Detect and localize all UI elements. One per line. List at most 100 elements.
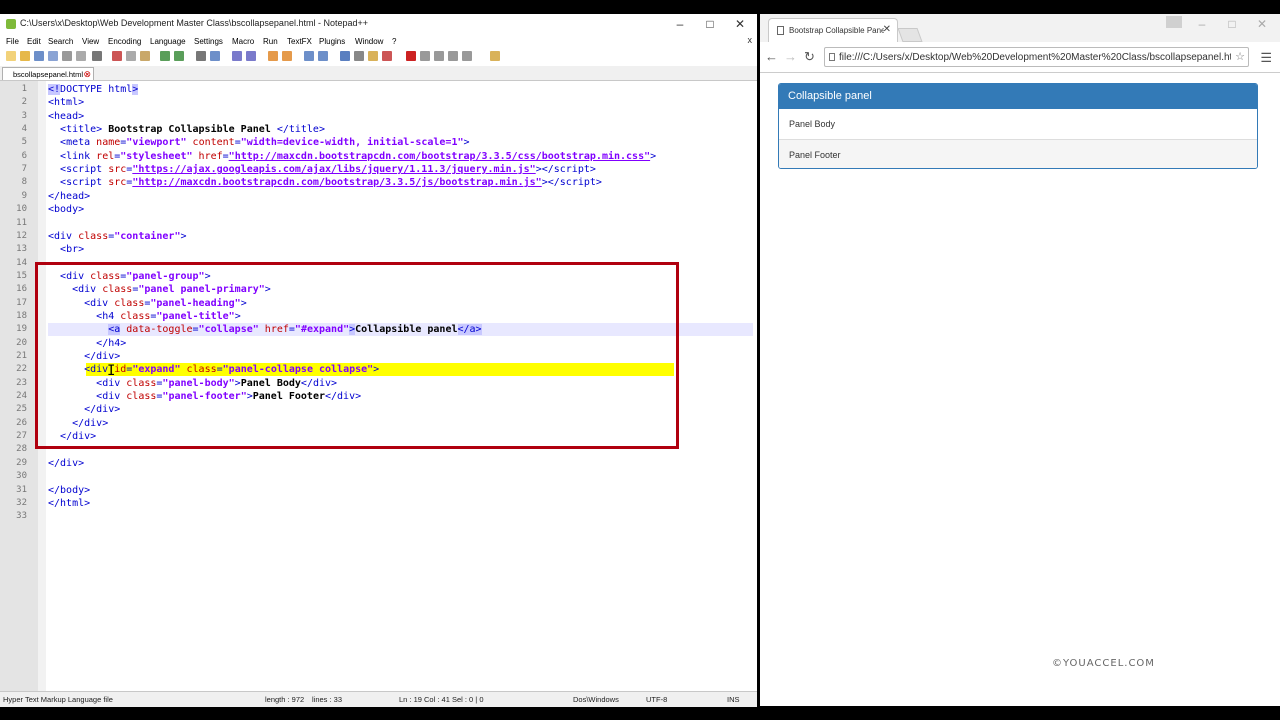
browser-menu-icon[interactable]: ☰ [1260,50,1272,66]
minimize-button[interactable]: – [666,16,694,32]
line-number: 18 [16,310,27,321]
sync-h-icon[interactable] [282,51,292,61]
maximize-button[interactable]: □ [696,16,724,32]
code-line[interactable]: 3 <head> [0,110,757,123]
code-line[interactable]: 8 <script src="http://maxcdn.bootstrapcd… [0,176,757,189]
line-number: 10 [16,204,27,215]
reload-icon[interactable]: ↻ [804,49,815,65]
close-file-icon[interactable] [62,51,72,61]
function-list-icon[interactable] [382,51,392,61]
plugin-icon[interactable] [490,51,500,61]
code-line[interactable]: 11 [0,217,757,230]
play-multiple-icon[interactable] [448,51,458,61]
browser-tab[interactable]: Bootstrap Collapsible Panel ✕ [768,18,898,42]
code-line[interactable]: 9 </head> [0,190,757,203]
menu-macro[interactable]: Macro [232,37,254,46]
window-title: C:\Users\x\Desktop\Web Development Maste… [20,18,368,28]
status-bar: Hyper Text Markup Language file length :… [0,691,757,707]
browser-tab-close-icon[interactable]: ✕ [883,24,891,35]
save-icon[interactable] [34,51,44,61]
code-line[interactable]: 10 <body> [0,203,757,216]
close-button[interactable]: ✕ [726,16,754,32]
replace-icon[interactable] [210,51,220,61]
menu-textfx[interactable]: TextFX [287,37,312,46]
play-macro-icon[interactable] [434,51,444,61]
menu-encoding[interactable]: Encoding [108,37,141,46]
code-line[interactable]: 2 <html> [0,96,757,109]
browser-minimize-button[interactable]: – [1188,16,1216,32]
code-text: <script src="http://maxcdn.bootstrapcdn.… [60,177,602,189]
document-close-icon[interactable]: x [748,35,753,45]
code-text: <div class="container"> [48,230,187,242]
code-text: <head> [48,110,85,122]
menu-settings[interactable]: Settings [194,37,223,46]
redo-icon[interactable] [174,51,184,61]
udl-icon[interactable] [354,51,364,61]
tab-label: bscollapsepanel.html [13,70,84,79]
profile-icon[interactable] [1166,16,1182,28]
find-icon[interactable] [196,51,206,61]
forward-icon[interactable]: → [784,49,797,64]
show-all-chars-icon[interactable] [318,51,328,61]
stop-macro-icon[interactable] [420,51,430,61]
browser-close-button[interactable]: ✕ [1248,16,1276,32]
menu-help[interactable]: ? [392,37,396,46]
code-line[interactable]: 12 <div class="container"> [0,230,757,243]
zoom-in-icon[interactable] [232,51,242,61]
panel-body-text: Panel Body [789,119,836,129]
line-number: 21 [16,351,27,361]
code-line[interactable]: 7 <script src="https://ajax.googleapis.c… [0,163,757,176]
collapse-toggle-link[interactable]: Collapsible panel [788,90,872,102]
code-line[interactable]: 31 </body> [0,484,757,497]
close-all-icon[interactable] [76,51,86,61]
bookmark-star-icon[interactable]: ☆ [1235,50,1245,63]
new-file-icon[interactable] [6,51,16,61]
open-file-icon[interactable] [20,51,30,61]
menu-language[interactable]: Language [150,37,186,46]
tab-close-icon[interactable]: ⊗ [83,68,91,81]
back-icon[interactable]: ← [765,49,778,64]
menu-view[interactable]: View [82,37,99,46]
indent-guide-icon[interactable] [340,51,350,61]
menu-edit[interactable]: Edit [27,37,41,46]
save-macro-icon[interactable] [462,51,472,61]
code-line[interactable]: 4 <title> Bootstrap Collapsible Panel </… [0,123,757,136]
code-line[interactable]: 29 </div> [0,457,757,470]
code-line[interactable]: 32 </html> [0,497,757,510]
tab-bscollapsepanel[interactable]: bscollapsepanel.html ⊗ [2,67,94,80]
line-number: 14 [16,257,27,268]
browser-maximize-button[interactable]: □ [1218,16,1246,32]
print-icon[interactable] [92,51,102,61]
status-encoding: UTF-8 [646,695,668,704]
line-number: 12 [16,230,27,241]
undo-icon[interactable] [160,51,170,61]
paste-icon[interactable] [140,51,150,61]
code-line[interactable]: 33 [0,510,757,523]
code-line[interactable]: 1 <!DOCTYPE html> [0,83,757,96]
doc-map-icon[interactable] [368,51,378,61]
browser-toolbar: ← → ↻ file:///C:/Users/x/Desktop/Web%20D… [760,42,1280,73]
zoom-out-icon[interactable] [246,51,256,61]
sync-v-icon[interactable] [268,51,278,61]
save-all-icon[interactable] [48,51,58,61]
line-number: 31 [16,484,27,495]
code-line[interactable]: 30 [0,470,757,483]
word-wrap-icon[interactable] [304,51,314,61]
menu-run[interactable]: Run [263,37,278,46]
cut-icon[interactable] [112,51,122,61]
line-number: 30 [16,471,27,482]
menu-search[interactable]: Search [48,37,73,46]
page-favicon-icon [777,26,784,35]
new-tab-button[interactable] [897,28,923,42]
panel-footer-text: Panel Footer [789,150,841,160]
menu-window[interactable]: Window [355,37,383,46]
menu-file[interactable]: File [6,37,19,46]
menu-plugins[interactable]: Plugins [319,37,345,46]
line-number: 11 [16,217,27,228]
code-line[interactable]: 6 <link rel="stylesheet" href="http://ma… [0,150,757,163]
copy-icon[interactable] [126,51,136,61]
record-macro-icon[interactable] [406,51,416,61]
code-line[interactable]: 5 <meta name="viewport" content="width=d… [0,136,757,149]
address-bar[interactable]: file:///C:/Users/x/Desktop/Web%20Develop… [824,47,1249,67]
code-line[interactable]: 13 <br> [0,243,757,256]
